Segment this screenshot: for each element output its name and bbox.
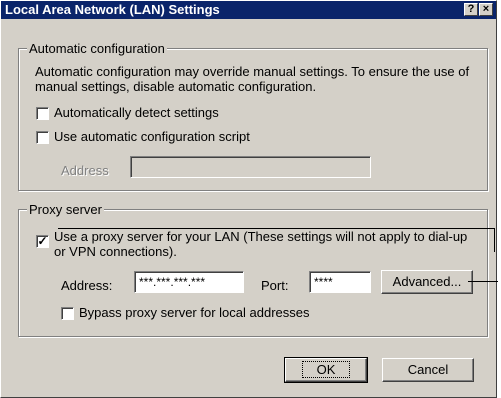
ok-button-label: OK	[301, 361, 351, 378]
close-button[interactable]: ×	[479, 3, 493, 16]
lan-settings-dialog: Local Area Network (LAN) Settings ? × Au…	[0, 0, 497, 398]
help-button[interactable]: ?	[464, 3, 478, 16]
use-proxy-checkbox[interactable]: ✓	[36, 235, 49, 248]
use-proxy-label[interactable]: Use a proxy server for your LAN (These s…	[54, 229, 474, 259]
bypass-local-checkbox[interactable]	[61, 307, 74, 320]
bypass-local-label[interactable]: Bypass proxy server for local addresses	[79, 305, 309, 320]
proxy-address-label: Address:	[61, 278, 113, 293]
proxy-address-input[interactable]: ***.***.***.***	[134, 271, 244, 293]
ok-button[interactable]: OK	[284, 357, 368, 383]
auto-config-address-input[interactable]	[130, 156, 371, 178]
auto-config-script-label[interactable]: Use automatic configuration script	[54, 129, 250, 144]
callout-line-proxy-vertical	[494, 228, 495, 252]
proxy-port-label: Port:	[261, 278, 289, 293]
auto-config-script-checkbox[interactable]	[36, 131, 49, 144]
callout-line-proxy	[58, 228, 494, 229]
auto-config-address-label: Address	[61, 163, 109, 178]
cancel-button[interactable]: Cancel	[382, 358, 474, 382]
automatic-configuration-description: Automatic configuration may override man…	[35, 64, 470, 94]
automatic-configuration-legend: Automatic configuration	[27, 41, 167, 56]
window-title: Local Area Network (LAN) Settings	[5, 2, 220, 17]
proxy-port-input[interactable]: ****	[309, 271, 371, 293]
callout-line-advanced	[468, 281, 498, 282]
auto-detect-checkbox[interactable]	[36, 107, 49, 120]
auto-detect-label[interactable]: Automatically detect settings	[54, 105, 219, 120]
title-bar[interactable]: Local Area Network (LAN) Settings ? ×	[1, 1, 496, 19]
advanced-button[interactable]: Advanced...	[381, 270, 473, 294]
proxy-server-legend: Proxy server	[27, 202, 104, 217]
